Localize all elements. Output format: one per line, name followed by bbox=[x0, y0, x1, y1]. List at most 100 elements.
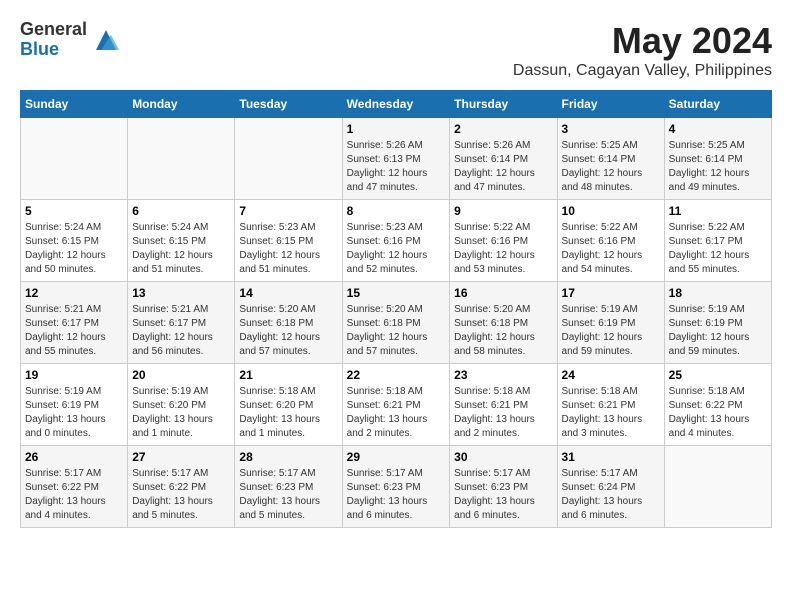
day-number: 25 bbox=[669, 368, 767, 382]
day-info: Sunrise: 5:26 AM Sunset: 6:13 PM Dayligh… bbox=[347, 139, 446, 195]
day-info: Sunrise: 5:17 AM Sunset: 6:23 PM Dayligh… bbox=[454, 467, 552, 523]
calendar-cell: 16 Sunrise: 5:20 AM Sunset: 6:18 PM Dayli… bbox=[450, 282, 557, 364]
day-number: 24 bbox=[562, 368, 660, 382]
calendar-cell: 23 Sunrise: 5:18 AM Sunset: 6:21 PM Dayli… bbox=[450, 364, 557, 446]
calendar-cell: 10 Sunrise: 5:22 AM Sunset: 6:16 PM Dayli… bbox=[557, 200, 664, 282]
calendar-header-row: SundayMondayTuesdayWednesdayThursdayFrid… bbox=[21, 91, 772, 118]
day-number: 16 bbox=[454, 286, 552, 300]
day-info: Sunrise: 5:25 AM Sunset: 6:14 PM Dayligh… bbox=[669, 139, 767, 195]
calendar-cell: 27 Sunrise: 5:17 AM Sunset: 6:22 PM Dayli… bbox=[128, 446, 235, 528]
day-info: Sunrise: 5:20 AM Sunset: 6:18 PM Dayligh… bbox=[454, 303, 552, 359]
day-info: Sunrise: 5:23 AM Sunset: 6:15 PM Dayligh… bbox=[239, 221, 337, 277]
day-info: Sunrise: 5:18 AM Sunset: 6:21 PM Dayligh… bbox=[347, 385, 446, 441]
calendar-header-friday: Friday bbox=[557, 91, 664, 118]
calendar-cell bbox=[128, 118, 235, 200]
calendar-cell: 2 Sunrise: 5:26 AM Sunset: 6:14 PM Daylig… bbox=[450, 118, 557, 200]
day-number: 3 bbox=[562, 122, 660, 136]
day-info: Sunrise: 5:17 AM Sunset: 6:24 PM Dayligh… bbox=[562, 467, 660, 523]
day-number: 21 bbox=[239, 368, 337, 382]
day-number: 6 bbox=[132, 204, 230, 218]
calendar-row: 26 Sunrise: 5:17 AM Sunset: 6:22 PM Dayli… bbox=[21, 446, 772, 528]
calendar-cell: 11 Sunrise: 5:22 AM Sunset: 6:17 PM Dayli… bbox=[664, 200, 771, 282]
day-info: Sunrise: 5:21 AM Sunset: 6:17 PM Dayligh… bbox=[132, 303, 230, 359]
day-info: Sunrise: 5:20 AM Sunset: 6:18 PM Dayligh… bbox=[347, 303, 446, 359]
day-number: 12 bbox=[25, 286, 123, 300]
logo-blue: Blue bbox=[20, 40, 87, 60]
day-number: 8 bbox=[347, 204, 446, 218]
calendar-cell: 8 Sunrise: 5:23 AM Sunset: 6:16 PM Daylig… bbox=[342, 200, 450, 282]
calendar-cell bbox=[235, 118, 342, 200]
calendar-cell: 5 Sunrise: 5:24 AM Sunset: 6:15 PM Daylig… bbox=[21, 200, 128, 282]
calendar-row: 1 Sunrise: 5:26 AM Sunset: 6:13 PM Daylig… bbox=[21, 118, 772, 200]
day-number: 22 bbox=[347, 368, 446, 382]
day-number: 4 bbox=[669, 122, 767, 136]
calendar-row: 5 Sunrise: 5:24 AM Sunset: 6:15 PM Daylig… bbox=[21, 200, 772, 282]
day-info: Sunrise: 5:17 AM Sunset: 6:23 PM Dayligh… bbox=[239, 467, 337, 523]
calendar-header-monday: Monday bbox=[128, 91, 235, 118]
day-info: Sunrise: 5:19 AM Sunset: 6:19 PM Dayligh… bbox=[25, 385, 123, 441]
calendar-cell: 15 Sunrise: 5:20 AM Sunset: 6:18 PM Dayli… bbox=[342, 282, 450, 364]
day-info: Sunrise: 5:24 AM Sunset: 6:15 PM Dayligh… bbox=[132, 221, 230, 277]
day-info: Sunrise: 5:22 AM Sunset: 6:16 PM Dayligh… bbox=[562, 221, 660, 277]
day-number: 9 bbox=[454, 204, 552, 218]
day-number: 26 bbox=[25, 450, 123, 464]
calendar-cell: 18Sunrise: 5:19 AM Sunset: 6:19 PM Dayli… bbox=[664, 282, 771, 364]
logo-icon bbox=[91, 25, 121, 55]
logo-general: General bbox=[20, 20, 87, 40]
calendar-cell: 26Sunrise: 5:17 AM Sunset: 6:22 PM Dayli… bbox=[21, 446, 128, 528]
day-number: 17 bbox=[562, 286, 660, 300]
calendar-cell: 22 Sunrise: 5:18 AM Sunset: 6:21 PM Dayli… bbox=[342, 364, 450, 446]
day-number: 10 bbox=[562, 204, 660, 218]
calendar-cell: 7 Sunrise: 5:23 AM Sunset: 6:15 PM Daylig… bbox=[235, 200, 342, 282]
calendar-cell: 29Sunrise: 5:17 AM Sunset: 6:23 PM Dayli… bbox=[342, 446, 450, 528]
location-subtitle: Dassun, Cagayan Valley, Philippines bbox=[513, 62, 772, 80]
day-number: 7 bbox=[239, 204, 337, 218]
day-info: Sunrise: 5:22 AM Sunset: 6:17 PM Dayligh… bbox=[669, 221, 767, 277]
day-number: 20 bbox=[132, 368, 230, 382]
day-number: 30 bbox=[454, 450, 552, 464]
day-number: 31 bbox=[562, 450, 660, 464]
day-number: 29 bbox=[347, 450, 446, 464]
calendar-cell: 13Sunrise: 5:21 AM Sunset: 6:17 PM Dayli… bbox=[128, 282, 235, 364]
day-info: Sunrise: 5:18 AM Sunset: 6:21 PM Dayligh… bbox=[454, 385, 552, 441]
day-info: Sunrise: 5:17 AM Sunset: 6:22 PM Dayligh… bbox=[132, 467, 230, 523]
day-info: Sunrise: 5:18 AM Sunset: 6:20 PM Dayligh… bbox=[239, 385, 337, 441]
calendar-cell: 31 Sunrise: 5:17 AM Sunset: 6:24 PM Dayli… bbox=[557, 446, 664, 528]
calendar-row: 12 Sunrise: 5:21 AM Sunset: 6:17 PM Dayli… bbox=[21, 282, 772, 364]
day-number: 1 bbox=[347, 122, 446, 136]
calendar-cell: 14Sunrise: 5:20 AM Sunset: 6:18 PM Dayli… bbox=[235, 282, 342, 364]
day-number: 5 bbox=[25, 204, 123, 218]
day-number: 23 bbox=[454, 368, 552, 382]
calendar-header-thursday: Thursday bbox=[450, 91, 557, 118]
calendar-cell: 25 Sunrise: 5:18 AM Sunset: 6:22 PM Dayli… bbox=[664, 364, 771, 446]
day-info: Sunrise: 5:23 AM Sunset: 6:16 PM Dayligh… bbox=[347, 221, 446, 277]
day-info: Sunrise: 5:22 AM Sunset: 6:16 PM Dayligh… bbox=[454, 221, 552, 277]
day-info: Sunrise: 5:26 AM Sunset: 6:14 PM Dayligh… bbox=[454, 139, 552, 195]
day-info: Sunrise: 5:18 AM Sunset: 6:22 PM Dayligh… bbox=[669, 385, 767, 441]
day-number: 15 bbox=[347, 286, 446, 300]
logo: General Blue bbox=[20, 20, 121, 60]
day-info: Sunrise: 5:25 AM Sunset: 6:14 PM Dayligh… bbox=[562, 139, 660, 195]
title-section: May 2024 Dassun, Cagayan Valley, Philipp… bbox=[513, 20, 772, 80]
calendar-header-wednesday: Wednesday bbox=[342, 91, 450, 118]
calendar-cell: 4 Sunrise: 5:25 AM Sunset: 6:14 PM Daylig… bbox=[664, 118, 771, 200]
day-info: Sunrise: 5:24 AM Sunset: 6:15 PM Dayligh… bbox=[25, 221, 123, 277]
day-number: 28 bbox=[239, 450, 337, 464]
day-number: 11 bbox=[669, 204, 767, 218]
calendar-cell: 12Sunrise: 5:21 AM Sunset: 6:17 PM Dayli… bbox=[21, 282, 128, 364]
calendar-header-saturday: Saturday bbox=[664, 91, 771, 118]
day-info: Sunrise: 5:19 AM Sunset: 6:20 PM Dayligh… bbox=[132, 385, 230, 441]
calendar-cell bbox=[21, 118, 128, 200]
day-number: 27 bbox=[132, 450, 230, 464]
calendar-table: SundayMondayTuesdayWednesdayThursdayFrid… bbox=[20, 90, 772, 528]
calendar-cell: 3 Sunrise: 5:25 AM Sunset: 6:14 PM Daylig… bbox=[557, 118, 664, 200]
day-number: 19 bbox=[25, 368, 123, 382]
day-number: 2 bbox=[454, 122, 552, 136]
day-info: Sunrise: 5:19 AM Sunset: 6:19 PM Dayligh… bbox=[669, 303, 767, 359]
calendar-header-sunday: Sunday bbox=[21, 91, 128, 118]
day-info: Sunrise: 5:19 AM Sunset: 6:19 PM Dayligh… bbox=[562, 303, 660, 359]
day-info: Sunrise: 5:18 AM Sunset: 6:21 PM Dayligh… bbox=[562, 385, 660, 441]
calendar-cell: 19 Sunrise: 5:19 AM Sunset: 6:19 PM Dayli… bbox=[21, 364, 128, 446]
calendar-header-tuesday: Tuesday bbox=[235, 91, 342, 118]
calendar-cell: 6 Sunrise: 5:24 AM Sunset: 6:15 PM Daylig… bbox=[128, 200, 235, 282]
